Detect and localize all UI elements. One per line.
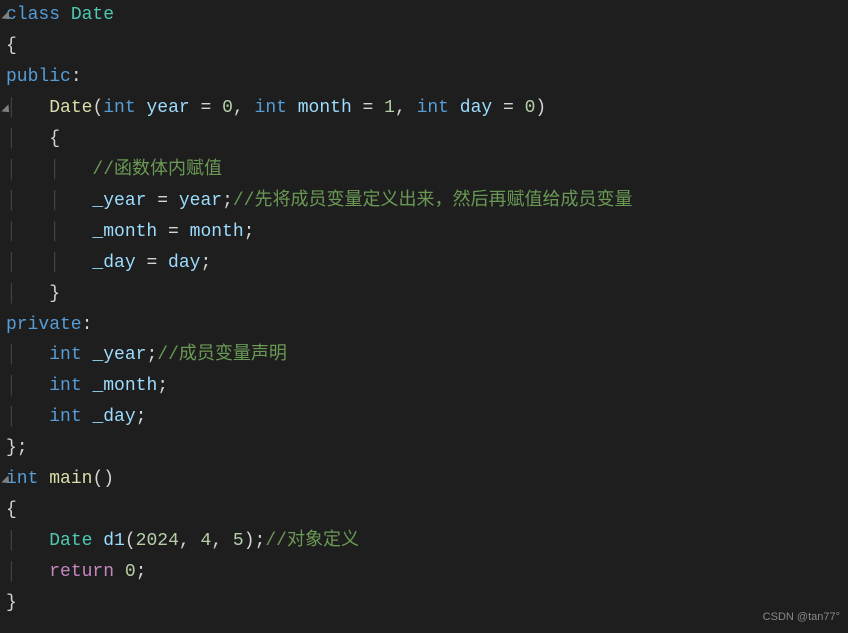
code-line[interactable]: │ } bbox=[6, 279, 848, 310]
close-brace: } bbox=[6, 593, 17, 613]
code-line[interactable]: { bbox=[6, 31, 848, 62]
code-line[interactable]: │ │ //函数体内赋值 bbox=[6, 155, 848, 186]
code-line[interactable]: │ { bbox=[6, 124, 848, 155]
colon: : bbox=[71, 67, 82, 87]
code-line[interactable]: public: bbox=[6, 62, 848, 93]
code-line[interactable]: │ Date d1(2024, 4, 5);//对象定义 bbox=[6, 526, 848, 557]
keyword-private: private bbox=[6, 315, 82, 335]
code-line[interactable]: private: bbox=[6, 310, 848, 341]
code-line[interactable]: }; bbox=[6, 433, 848, 464]
keyword-public: public bbox=[6, 67, 71, 87]
close-brace: } bbox=[49, 284, 60, 304]
comment: //对象定义 bbox=[265, 531, 359, 551]
keyword-class: class bbox=[6, 5, 60, 25]
code-line[interactable]: class Date bbox=[6, 0, 848, 31]
close-brace: }; bbox=[6, 438, 28, 458]
class-name: Date bbox=[71, 5, 114, 25]
keyword-return: return bbox=[49, 562, 114, 582]
comment: //先将成员变量定义出来，然后再赋值给成员变量 bbox=[233, 191, 633, 211]
code-line[interactable]: { bbox=[6, 495, 848, 526]
comment: //函数体内赋值 bbox=[92, 160, 222, 180]
code-line[interactable]: │ int _month; bbox=[6, 371, 848, 402]
code-line[interactable]: int main() bbox=[6, 464, 848, 495]
open-brace: { bbox=[6, 500, 17, 520]
code-line[interactable]: │ return 0; bbox=[6, 557, 848, 588]
code-line[interactable]: │ │ _day = day; bbox=[6, 248, 848, 279]
constructor-name: Date bbox=[49, 98, 92, 118]
code-line[interactable]: │ │ _month = month; bbox=[6, 217, 848, 248]
open-brace: { bbox=[49, 129, 60, 149]
code-editor[interactable]: class Date { public: │ Date(int year = 0… bbox=[0, 0, 848, 619]
comment: //成员变量声明 bbox=[157, 345, 287, 365]
code-line[interactable]: │ Date(int year = 0, int month = 1, int … bbox=[6, 93, 848, 124]
code-line[interactable]: │ │ _year = year;//先将成员变量定义出来，然后再赋值给成员变量 bbox=[6, 186, 848, 217]
code-line[interactable]: │ int _year;//成员变量声明 bbox=[6, 340, 848, 371]
watermark: CSDN @tan77° bbox=[763, 608, 840, 627]
code-line[interactable]: │ int _day; bbox=[6, 402, 848, 433]
main-function: main bbox=[49, 469, 92, 489]
code-line[interactable]: } bbox=[6, 588, 848, 619]
open-brace: { bbox=[6, 36, 17, 56]
